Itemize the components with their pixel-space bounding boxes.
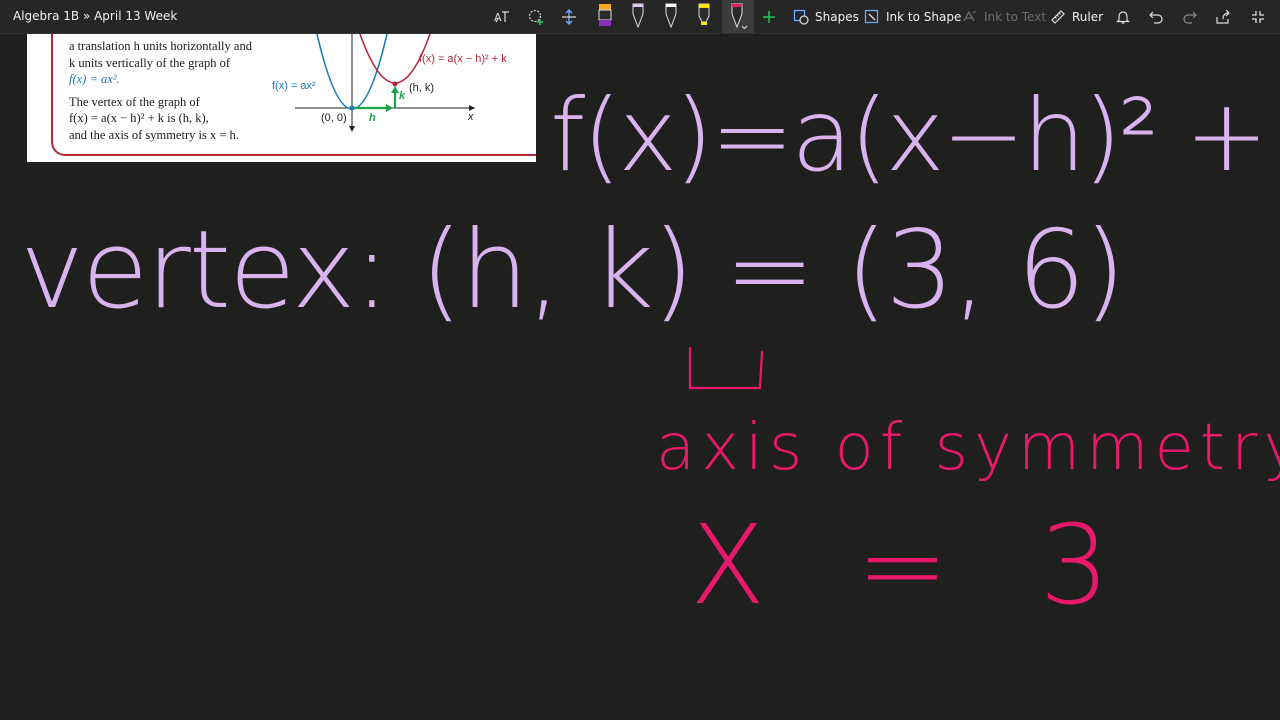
lasso-add-icon xyxy=(528,9,543,25)
ink-to-text-label: Ink to Text xyxy=(984,9,1047,24)
textbook-clipping[interactable]: a translation h units horizontally and k… xyxy=(27,34,536,162)
ruler-icon xyxy=(1051,9,1065,24)
shapes-icon xyxy=(793,9,809,25)
pen-icon xyxy=(632,3,644,28)
bell-icon xyxy=(1116,10,1130,24)
notifications-button[interactable] xyxy=(1115,0,1131,33)
origin-label: (0, 0) xyxy=(321,112,347,124)
vertex-point-label: (h, k) xyxy=(409,82,435,94)
redo-icon xyxy=(1183,11,1197,24)
undo-button[interactable] xyxy=(1148,0,1164,33)
share-icon xyxy=(1216,9,1230,24)
pen-icon xyxy=(665,3,677,28)
translated-function-label: f(x) = a(x − h)² + k xyxy=(419,53,507,65)
top-toolbar: Algebra 1B » April 13 Week A Shapes Ink … xyxy=(0,0,1280,34)
x-axis-label: x xyxy=(468,111,474,123)
add-pen-button[interactable] xyxy=(762,0,776,33)
k-shift-label: k xyxy=(399,90,406,102)
lasso-plus-tool[interactable] xyxy=(527,0,545,33)
shapes-button[interactable]: Shapes xyxy=(793,0,859,33)
parent-function-label: f(x) = ax² xyxy=(272,80,316,92)
ink-to-text-button[interactable]: Ink to Text xyxy=(962,0,1046,33)
shapes-label: Shapes xyxy=(815,9,859,24)
pen-pink-selected[interactable] xyxy=(722,0,754,33)
ruler-label: Ruler xyxy=(1072,9,1104,24)
pen-icon xyxy=(731,3,748,29)
lasso-select-tool[interactable]: A xyxy=(493,0,511,33)
lasso-icon: A xyxy=(494,11,509,24)
redo-button[interactable] xyxy=(1182,0,1198,33)
pen-purple[interactable] xyxy=(596,0,614,33)
breadcrumb[interactable]: Algebra 1B » April 13 Week xyxy=(13,9,177,23)
highlighter-icon xyxy=(698,3,710,25)
svg-text:A: A xyxy=(494,11,502,24)
highlighter-yellow[interactable] xyxy=(695,0,713,33)
fullscreen-button[interactable] xyxy=(1250,0,1266,33)
ink-to-shape-button[interactable]: Ink to Shape xyxy=(864,0,961,33)
plus-icon xyxy=(763,10,775,23)
ink-to-shape-label: Ink to Shape xyxy=(886,9,962,24)
pen-white[interactable] xyxy=(662,0,680,33)
ruler-button[interactable]: Ruler xyxy=(1050,0,1103,33)
pen-lavender[interactable] xyxy=(629,0,647,33)
share-button[interactable] xyxy=(1215,0,1231,33)
add-space-tool[interactable] xyxy=(560,0,578,33)
ink-to-shape-icon xyxy=(864,9,879,23)
pen-icon xyxy=(598,3,612,26)
undo-icon xyxy=(1149,11,1163,24)
add-space-icon xyxy=(562,8,576,25)
ink-to-text-icon xyxy=(963,9,977,21)
collapse-fullscreen-icon xyxy=(1252,10,1264,23)
h-shift-label: h xyxy=(369,112,376,124)
